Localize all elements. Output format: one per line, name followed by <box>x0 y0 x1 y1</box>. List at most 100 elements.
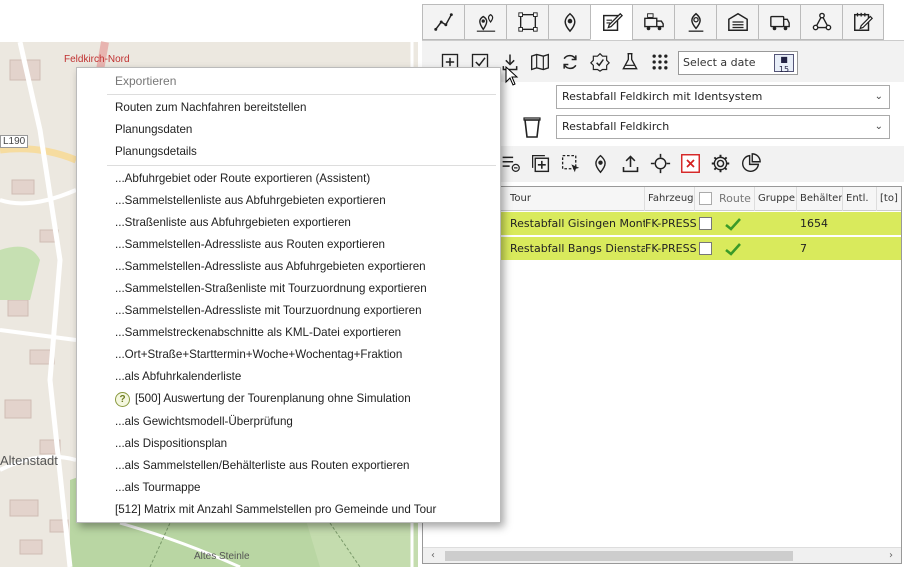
tab-pin[interactable] <box>674 4 716 40</box>
menu-item-adressliste-abfuhrgebiete[interactable]: ...Sammelstellen-Adressliste aus Abfuhrg… <box>115 260 426 273</box>
menu-item-strassenliste-tourzuordnung[interactable]: ...Sammelstellen-Straßenliste mit Tourzu… <box>115 282 427 295</box>
tab-routes[interactable] <box>422 4 464 40</box>
menu-item-sammelstellenliste[interactable]: ...Sammelstellenliste aus Abfuhrgebieten… <box>115 194 386 207</box>
tab-truck[interactable] <box>632 4 674 40</box>
apps-button[interactable] <box>648 50 672 74</box>
menu-item-behaelterliste[interactable]: ...als Sammelstellen/Behälterliste aus R… <box>115 459 410 472</box>
garbage-truck-icon <box>643 13 664 31</box>
menu-header: Exportieren <box>115 74 177 88</box>
check-icon <box>725 243 741 256</box>
menu-item-gewichtsmodell[interactable]: ...als Gewichtsmodell-Überprüfung <box>115 415 293 428</box>
col-fahrzeug[interactable]: Fahrzeug <box>645 187 695 211</box>
optimize-button[interactable] <box>588 50 612 74</box>
pie-chart-icon <box>741 152 761 172</box>
tab-depot[interactable] <box>716 4 758 40</box>
row-checkbox[interactable] <box>699 242 712 255</box>
col-gruppe[interactable]: Gruppe <box>755 187 797 211</box>
statistics-button[interactable] <box>738 151 762 175</box>
cell-fahrzeug: FK-PRESS <box>645 217 696 230</box>
map-icon <box>531 53 549 71</box>
menu-item-kml-export[interactable]: ...Sammelstreckenabschnitte als KML-Date… <box>115 326 401 339</box>
menu-item-dispositionsplan[interactable]: ...als Dispositionsplan <box>115 437 227 450</box>
list-remove-icon <box>502 156 520 172</box>
menu-item-adressliste-routen[interactable]: ...Sammelstellen-Adressliste aus Routen … <box>115 238 385 251</box>
cell-tour: Restabfall Bangs Dienstag <box>510 242 645 255</box>
planning-select[interactable]: Restabfall Feldkirch ⌄ <box>556 115 890 139</box>
select-area-button[interactable] <box>558 151 582 175</box>
scroll-thumb[interactable] <box>445 551 793 561</box>
horizontal-scrollbar[interactable]: ‹ › <box>423 547 901 563</box>
location-button[interactable] <box>588 151 612 175</box>
route-header-checkbox[interactable] <box>699 192 712 205</box>
move-arrows-icon <box>650 153 670 173</box>
menu-item-routen-nachfahren[interactable]: Routen zum Nachfahren bereitstellen <box>115 101 306 114</box>
gear-icon <box>711 154 729 172</box>
calendar-icon[interactable]: ■ 15 <box>774 54 794 74</box>
col-to[interactable]: [to] <box>877 187 901 211</box>
planning-select-value: Restabfall Feldkirch <box>562 120 670 133</box>
menu-item-abfuhrgebiet-route[interactable]: ...Abfuhrgebiet oder Route exportieren (… <box>115 172 370 185</box>
menu-item-planungsdaten[interactable]: Planungsdaten <box>115 123 192 136</box>
edit-note-icon <box>602 12 623 31</box>
refresh-icon <box>563 54 577 70</box>
map-label-feldkirch-nord: Feldkirch-Nord <box>64 54 130 65</box>
tab-vehicle[interactable] <box>758 4 800 40</box>
menu-item-auswertung-500[interactable]: [500] Auswertung der Tourenplanung ohne … <box>135 392 411 405</box>
upload-button[interactable] <box>618 151 642 175</box>
vehicle-icon <box>769 15 790 31</box>
route-line-icon <box>433 13 453 31</box>
col-behaelter[interactable]: Behälter <box>797 187 843 211</box>
scroll-right-icon[interactable]: › <box>883 548 899 563</box>
waste-bin-icon <box>522 116 542 141</box>
date-field[interactable]: Select a date ■ 15 <box>678 51 798 75</box>
menu-item-matrix-512[interactable]: [512] Matrix mit Anzahl Sammelstellen pr… <box>115 503 436 516</box>
tab-pins[interactable] <box>464 4 506 40</box>
location-shield-icon <box>594 154 606 173</box>
simulation-button[interactable] <box>618 50 642 74</box>
chevron-down-icon: ⌄ <box>874 91 883 102</box>
main-tabbar <box>422 4 884 40</box>
grid-dots-icon <box>652 54 668 70</box>
row-checkbox[interactable] <box>699 217 712 230</box>
menu-separator <box>107 94 496 95</box>
cell-tour: Restabfall Gisingen Montag <box>510 217 645 230</box>
tab-network[interactable] <box>800 4 842 40</box>
tab-notes[interactable] <box>842 4 884 40</box>
refresh-button[interactable] <box>558 50 582 74</box>
move-button[interactable] <box>648 151 672 175</box>
tab-location[interactable] <box>548 4 590 40</box>
tab-selection[interactable] <box>506 4 548 40</box>
menu-item-ort-strasse[interactable]: ...Ort+Straße+Starttermin+Woche+Wochenta… <box>115 348 402 361</box>
cell-fahrzeug: FK-PRESS <box>645 242 696 255</box>
notepad-edit-icon <box>854 12 874 31</box>
add-tour-button[interactable] <box>528 151 552 175</box>
chevron-down-icon: ⌄ <box>874 121 883 132</box>
location-shield-icon <box>563 12 576 33</box>
tab-edit[interactable] <box>590 4 632 40</box>
export-context-menu: Exportieren Routen zum Nachfahren bereit… <box>76 67 501 523</box>
upload-icon <box>622 154 638 172</box>
delete-button[interactable] <box>678 151 702 175</box>
menu-item-abfuhrkalender[interactable]: ...als Abfuhrkalenderliste <box>115 370 241 383</box>
map-label-altenstadt: Altenstadt <box>0 453 58 468</box>
menu-item-planungsdetails[interactable]: Planungsdetails <box>115 145 197 158</box>
fraction-select[interactable]: Restabfall Feldkirch mit Identsystem ⌄ <box>556 85 890 109</box>
scroll-left-icon[interactable]: ‹ <box>425 548 441 563</box>
map-button[interactable] <box>528 50 552 74</box>
map-pins-icon <box>476 13 495 32</box>
badge-check-icon <box>590 52 610 72</box>
help-icon: ? <box>115 392 130 407</box>
remove-list-button[interactable] <box>498 151 522 175</box>
depot-building-icon <box>727 12 748 31</box>
menu-item-strassenliste[interactable]: ...Straßenliste aus Abfuhrgebieten expor… <box>115 216 351 229</box>
cell-behaelter: 7 <box>800 242 807 255</box>
map-label-road-l190: L190 <box>0 135 29 148</box>
delete-x-icon <box>680 153 700 173</box>
menu-item-adressliste-tourzuordnung[interactable]: ...Sammelstellen-Adressliste mit Tourzuo… <box>115 304 422 317</box>
settings-button[interactable] <box>708 151 732 175</box>
add-copy-icon <box>531 154 549 172</box>
col-entl[interactable]: Entl. <box>843 187 877 211</box>
menu-item-tourmappe[interactable]: ...als Tourmappe <box>115 481 201 494</box>
date-placeholder: Select a date <box>683 56 756 69</box>
menu-separator <box>107 165 496 166</box>
